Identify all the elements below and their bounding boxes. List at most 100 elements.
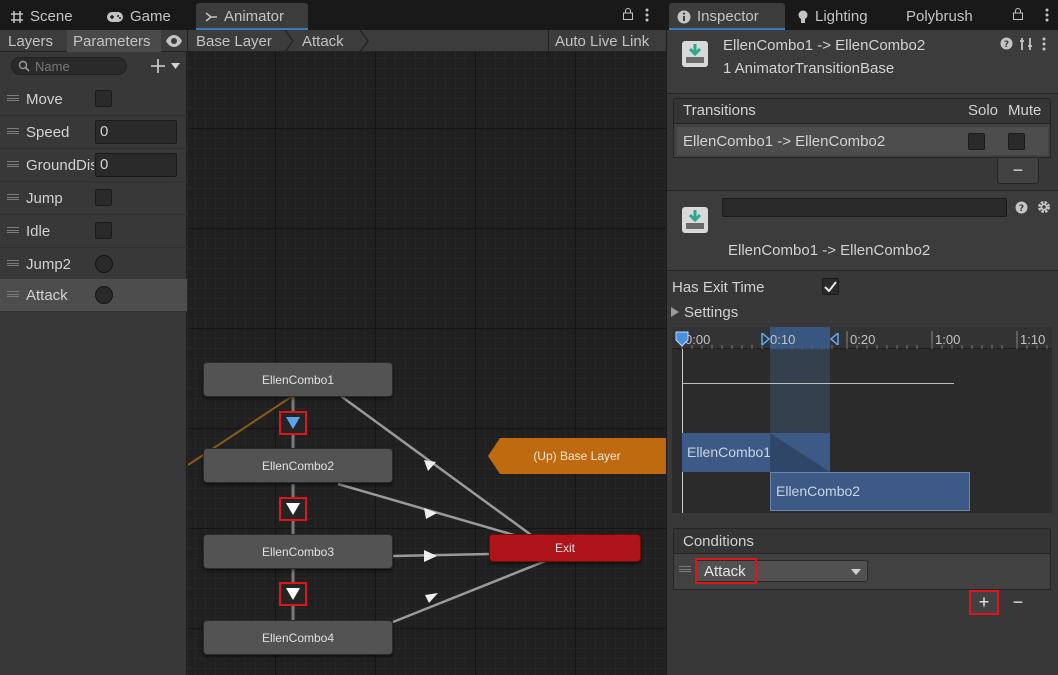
help-icon[interactable]: ? xyxy=(1000,37,1013,50)
foldout-arrow-icon[interactable] xyxy=(671,307,679,317)
transition-zone-shade xyxy=(770,349,830,433)
kebab-menu-icon[interactable] xyxy=(1042,37,1046,51)
breadcrumb-end-icon xyxy=(359,30,369,52)
selected-transition-highlight[interactable] xyxy=(279,411,307,435)
remove-transition-button[interactable]: − xyxy=(997,158,1039,184)
svg-text:?: ? xyxy=(1004,40,1009,50)
parameter-name: Speed xyxy=(26,124,70,141)
info-icon xyxy=(677,10,691,23)
bool-checkbox[interactable] xyxy=(95,222,112,239)
checkmark-icon xyxy=(824,281,837,292)
transition-list-row[interactable]: EllenCombo1 -> EllenCombo2 xyxy=(677,127,1048,155)
inspector-window: Inspector Lighting Polybrush EllenCombo1… xyxy=(667,0,1058,675)
gear-icon[interactable] xyxy=(1037,200,1051,214)
tab-animator[interactable]: Animator xyxy=(196,3,308,30)
float-field[interactable]: 0 xyxy=(95,120,177,144)
tab-scene[interactable]: Scene xyxy=(2,3,81,30)
add-condition-button[interactable]: + xyxy=(969,590,999,615)
bool-checkbox[interactable] xyxy=(95,189,112,206)
has-exit-time-label: Has Exit Time xyxy=(672,279,765,296)
drag-handle-icon[interactable] xyxy=(7,194,19,200)
trigger-radio[interactable] xyxy=(95,286,113,304)
grid-icon xyxy=(11,10,23,23)
drag-handle-icon[interactable] xyxy=(7,291,19,297)
settings-foldout[interactable]: Settings xyxy=(684,304,738,321)
transition-row-label: EllenCombo1 -> EllenCombo2 xyxy=(683,133,886,150)
breadcrumb-attack[interactable]: Attack xyxy=(296,30,362,52)
eye-icon[interactable] xyxy=(165,34,183,48)
remove-condition-button[interactable]: − xyxy=(1003,590,1033,615)
animator-window: Scene Game Animator Layers Parameters Ba… xyxy=(0,0,666,675)
preset-icon[interactable] xyxy=(1019,37,1033,51)
layers-tab[interactable]: Layers xyxy=(2,30,66,52)
header-title: EllenCombo1 -> EllenCombo2 xyxy=(723,37,926,54)
conditions-list-header: Conditions xyxy=(673,528,1051,554)
bool-checkbox[interactable] xyxy=(95,90,112,107)
state-node-ellencombo4[interactable]: EllenCombo4 xyxy=(203,620,393,655)
parameter-row-jump[interactable]: Jump xyxy=(0,182,187,215)
up-base-layer-node[interactable]: (Up) Base Layer xyxy=(488,438,666,474)
transitions-header: Transitions xyxy=(683,102,756,119)
drag-handle-icon[interactable] xyxy=(7,260,19,266)
condition-parameter-value[interactable]: Attack xyxy=(695,558,757,584)
parameter-row-idle[interactable]: Idle xyxy=(0,215,187,248)
solo-checkbox[interactable] xyxy=(968,133,985,150)
transition-start-marker-icon[interactable] xyxy=(761,333,770,345)
parameter-search-input[interactable]: Name xyxy=(11,57,127,75)
lock-icon[interactable] xyxy=(1012,8,1024,20)
transition-timeline[interactable]: 0:00 0:10 0:20 1:00 1:10 EllenCombo1 Ell… xyxy=(672,327,1052,513)
float-field[interactable]: 0 xyxy=(95,153,177,177)
parameter-row-jump2[interactable]: Jump2 xyxy=(0,248,187,281)
transition-end-marker-icon[interactable] xyxy=(830,333,839,345)
drag-handle-icon[interactable] xyxy=(7,227,19,233)
auto-live-link-button[interactable]: Auto Live Link xyxy=(549,30,665,52)
state-node-ellencombo1[interactable]: EllenCombo1 xyxy=(203,362,393,397)
drag-handle-icon[interactable] xyxy=(7,161,19,167)
lock-icon[interactable] xyxy=(622,8,634,20)
window-splitter[interactable] xyxy=(666,0,667,675)
drag-handle-icon[interactable] xyxy=(679,566,691,572)
breadcrumb-base-layer[interactable]: Base Layer xyxy=(190,30,290,52)
header-subtitle: 1 AnimatorTransitionBase xyxy=(723,60,895,77)
trigger-radio[interactable] xyxy=(95,255,113,273)
playhead-marker-icon[interactable] xyxy=(675,331,689,347)
transition-arrow-icon xyxy=(286,503,300,515)
drag-handle-icon[interactable] xyxy=(7,128,19,134)
tick-label: 1:00 xyxy=(935,332,961,347)
parameter-row-speed[interactable]: Speed 0 xyxy=(0,116,187,149)
state-node-ellencombo2[interactable]: EllenCombo2 xyxy=(203,448,393,483)
state-machine-graph[interactable]: EllenCombo1 EllenCombo2 EllenCombo3 Elle… xyxy=(188,52,666,675)
parameter-search-row: Name xyxy=(0,52,187,79)
svg-text:?: ? xyxy=(1019,204,1024,214)
transition-highlight[interactable] xyxy=(279,582,307,606)
mute-checkbox[interactable] xyxy=(1008,133,1025,150)
chevron-down-icon[interactable] xyxy=(171,63,180,69)
exit-node[interactable]: Exit xyxy=(489,534,641,562)
tab-lighting[interactable]: Lighting xyxy=(789,3,876,30)
to-state-bar[interactable]: EllenCombo2 xyxy=(770,472,970,511)
breadcrumb-separator-icon xyxy=(284,30,294,52)
help-icon[interactable]: ? xyxy=(1015,201,1028,214)
parameters-tab[interactable]: Parameters xyxy=(67,30,161,52)
kebab-menu-icon[interactable] xyxy=(1045,8,1049,22)
transition-name-field[interactable] xyxy=(722,198,1007,217)
parameter-row-grounddistance[interactable]: GroundDistance 0 xyxy=(0,149,187,182)
has-exit-time-checkbox[interactable] xyxy=(822,278,839,295)
tab-game[interactable]: Game xyxy=(98,3,179,30)
drag-handle-icon[interactable] xyxy=(7,95,19,101)
transition-arrow-icon xyxy=(286,588,300,600)
parameters-panel: Name Move Speed 0 GroundDistance 0 Jump xyxy=(0,52,187,675)
inspector-header: EllenCombo1 -> EllenCombo2 1 AnimatorTra… xyxy=(667,30,1058,94)
state-node-ellencombo3[interactable]: EllenCombo3 xyxy=(203,534,393,569)
transition-highlight[interactable] xyxy=(279,497,307,521)
parameter-name: Idle xyxy=(26,223,51,240)
add-parameter-icon[interactable] xyxy=(150,58,166,74)
parameter-name: GroundDistance xyxy=(26,157,94,174)
tick-label: 0:20 xyxy=(850,332,876,347)
kebab-menu-icon[interactable] xyxy=(645,8,649,22)
parameter-row-move[interactable]: Move xyxy=(0,83,187,116)
tab-polybrush[interactable]: Polybrush xyxy=(898,3,981,30)
tab-inspector[interactable]: Inspector xyxy=(669,3,785,30)
to-state-label: EllenCombo2 xyxy=(776,483,861,499)
parameter-row-attack[interactable]: Attack xyxy=(0,279,187,312)
